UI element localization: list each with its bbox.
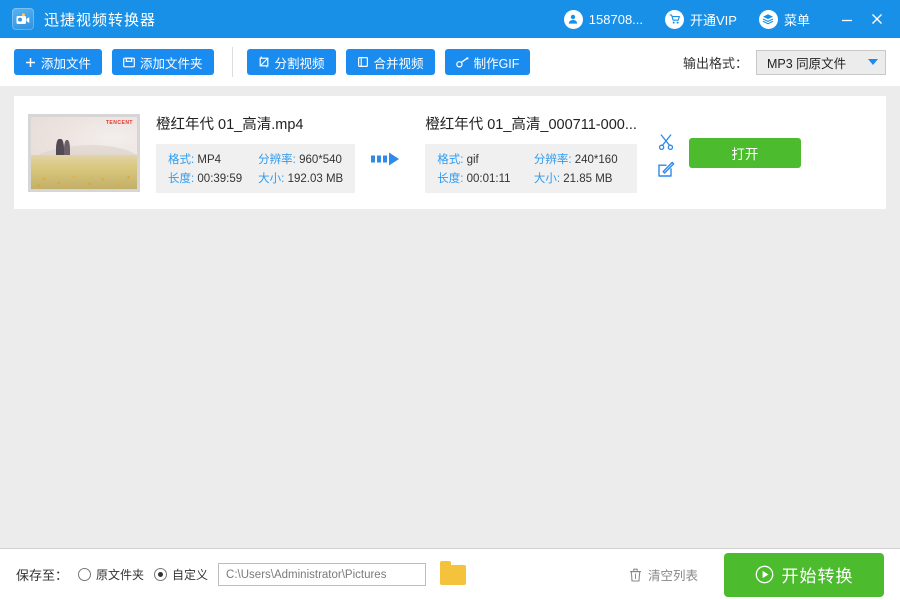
clear-list-button[interactable]: 清空列表 xyxy=(629,565,698,584)
output-format-select[interactable]: MP3 同原文件 xyxy=(756,49,886,75)
layers-icon xyxy=(758,9,778,29)
source-resolution: 分辨率: 960*540 xyxy=(258,151,343,167)
source-format-value: MP4 xyxy=(197,153,222,166)
convert-arrow-icon xyxy=(371,152,401,166)
thumbnail-watermark: TENCENT xyxy=(105,119,133,126)
chevron-down-icon xyxy=(868,59,878,65)
start-convert-label: 开始转换 xyxy=(781,567,854,586)
output-filename: 橙红年代 01_高清_000711-000... xyxy=(425,116,637,133)
source-format: 格式: MP4 xyxy=(168,151,242,167)
radio-source-folder-label: 原文件夹 xyxy=(96,568,145,582)
output-duration: 长度: 00:01:11 xyxy=(437,170,518,186)
clear-list-label: 清空列表 xyxy=(647,569,698,583)
account-label: 158708... xyxy=(588,11,644,27)
toolbar: 添加文件 添加文件夹 分割视频 合并视频 制作GIF 输出格式： MP3 同原文… xyxy=(0,38,900,86)
vip-button[interactable]: 开通VIP xyxy=(665,9,737,29)
source-meta: 格式: MP4 分辨率: 960*540 长度: 00:39:59 大小: 19… xyxy=(156,143,356,193)
folder-icon xyxy=(123,57,135,68)
app-title: 迅捷视频转换器 xyxy=(44,11,157,29)
title-bar: 迅捷视频转换器 158708... 开通VIP 菜单 xyxy=(0,0,900,38)
output-format-value: gif xyxy=(466,153,479,166)
merge-video-button[interactable]: 合并视频 xyxy=(345,49,435,75)
title-bar-actions: 158708... 开通VIP 菜单 xyxy=(563,0,900,38)
folder-open-icon[interactable] xyxy=(440,560,467,585)
radio-custom-folder[interactable]: 自定义 xyxy=(154,566,208,583)
video-thumbnail: TENCENT xyxy=(28,113,140,192)
open-button[interactable]: 打开 xyxy=(688,137,801,168)
list-item[interactable]: TENCENT 橙红年代 01_高清.mp4 格式: MP4 分辨率: 960*… xyxy=(14,96,886,209)
crop-icon xyxy=(258,56,270,68)
merge-video-label: 合并视频 xyxy=(373,56,424,71)
toolbar-divider xyxy=(231,47,233,77)
output-resolution: 分辨率: 240*160 xyxy=(534,151,625,167)
gif-icon xyxy=(455,56,469,68)
source-duration: 长度: 00:39:59 xyxy=(168,170,242,186)
output-format-group: 输出格式： MP3 同原文件 xyxy=(682,49,886,75)
menu-button[interactable]: 菜单 xyxy=(758,9,810,29)
play-icon xyxy=(755,565,774,584)
output-size-value: 21.85 MB xyxy=(563,172,613,185)
output-format-key: 格式: xyxy=(437,153,464,166)
radio-source-folder[interactable]: 原文件夹 xyxy=(78,566,144,583)
add-folder-label: 添加文件夹 xyxy=(140,56,203,71)
plus-icon xyxy=(25,57,36,68)
source-size: 大小: 192.03 MB xyxy=(258,170,343,186)
vip-label: 开通VIP xyxy=(690,12,737,28)
source-info: 橙红年代 01_高清.mp4 格式: MP4 分辨率: 960*540 长度: … xyxy=(156,113,356,193)
output-resolution-value: 240*160 xyxy=(574,153,618,166)
source-size-value: 192.03 MB xyxy=(287,172,344,185)
app-logo-icon xyxy=(12,8,34,30)
cart-icon xyxy=(665,9,685,29)
output-format-label: 输出格式： xyxy=(682,55,748,71)
source-resolution-value: 960*540 xyxy=(299,153,342,166)
split-video-button[interactable]: 分割视频 xyxy=(246,49,336,75)
bottom-bar: 保存至： 原文件夹 自定义 清空列表 xyxy=(0,548,900,600)
source-format-key: 格式: xyxy=(168,153,195,166)
split-video-label: 分割视频 xyxy=(274,56,325,71)
output-format: 格式: gif xyxy=(437,151,518,167)
save-to-label: 保存至： xyxy=(16,568,69,583)
menu-label: 菜单 xyxy=(783,12,810,28)
output-duration-value: 00:01:11 xyxy=(466,172,511,185)
output-size-key: 大小: xyxy=(533,172,561,185)
radio-custom-folder-label: 自定义 xyxy=(172,568,209,582)
output-duration-key: 长度: xyxy=(437,172,464,185)
add-folder-button[interactable]: 添加文件夹 xyxy=(112,49,214,75)
output-meta: 格式: gif 分辨率: 240*160 长度: 00:01:11 大小: 21… xyxy=(425,143,637,193)
output-size: 大小: 21.85 MB xyxy=(534,170,625,186)
add-file-label: 添加文件 xyxy=(41,56,92,71)
output-info: 橙红年代 01_高清_000711-000... 格式: gif 分辨率: 24… xyxy=(425,113,637,193)
output-resolution-key: 分辨率: xyxy=(533,153,572,166)
close-icon[interactable] xyxy=(862,0,892,38)
radio-custom-folder-dot xyxy=(154,568,168,581)
save-path-input[interactable] xyxy=(218,563,427,586)
output-format-value: MP3 同原文件 xyxy=(767,56,847,71)
minimize-icon[interactable] xyxy=(832,0,862,38)
account-button[interactable]: 158708... xyxy=(563,9,644,29)
source-duration-value: 00:39:59 xyxy=(197,172,243,185)
item-tools xyxy=(657,133,675,178)
source-filename: 橙红年代 01_高清.mp4 xyxy=(156,116,304,133)
file-list-area: TENCENT 橙红年代 01_高清.mp4 格式: MP4 分辨率: 960*… xyxy=(0,86,900,548)
radio-source-folder-dot xyxy=(78,568,92,581)
app-window: 迅捷视频转换器 158708... 开通VIP 菜单 添加文件 添加文件夹 分割… xyxy=(0,0,900,600)
source-size-key: 大小: xyxy=(258,172,285,185)
trash-icon xyxy=(629,568,642,582)
add-file-button[interactable]: 添加文件 xyxy=(14,49,103,75)
scissors-icon[interactable] xyxy=(657,133,675,151)
edit-icon[interactable] xyxy=(657,160,675,178)
merge-icon xyxy=(357,56,369,68)
thumbnail-field xyxy=(31,155,137,189)
source-resolution-key: 分辨率: xyxy=(258,153,296,166)
start-convert-button[interactable]: 开始转换 xyxy=(724,552,884,597)
source-duration-key: 长度: xyxy=(168,172,195,185)
make-gif-button[interactable]: 制作GIF xyxy=(444,49,531,75)
make-gif-label: 制作GIF xyxy=(473,56,520,71)
user-icon xyxy=(563,9,583,29)
